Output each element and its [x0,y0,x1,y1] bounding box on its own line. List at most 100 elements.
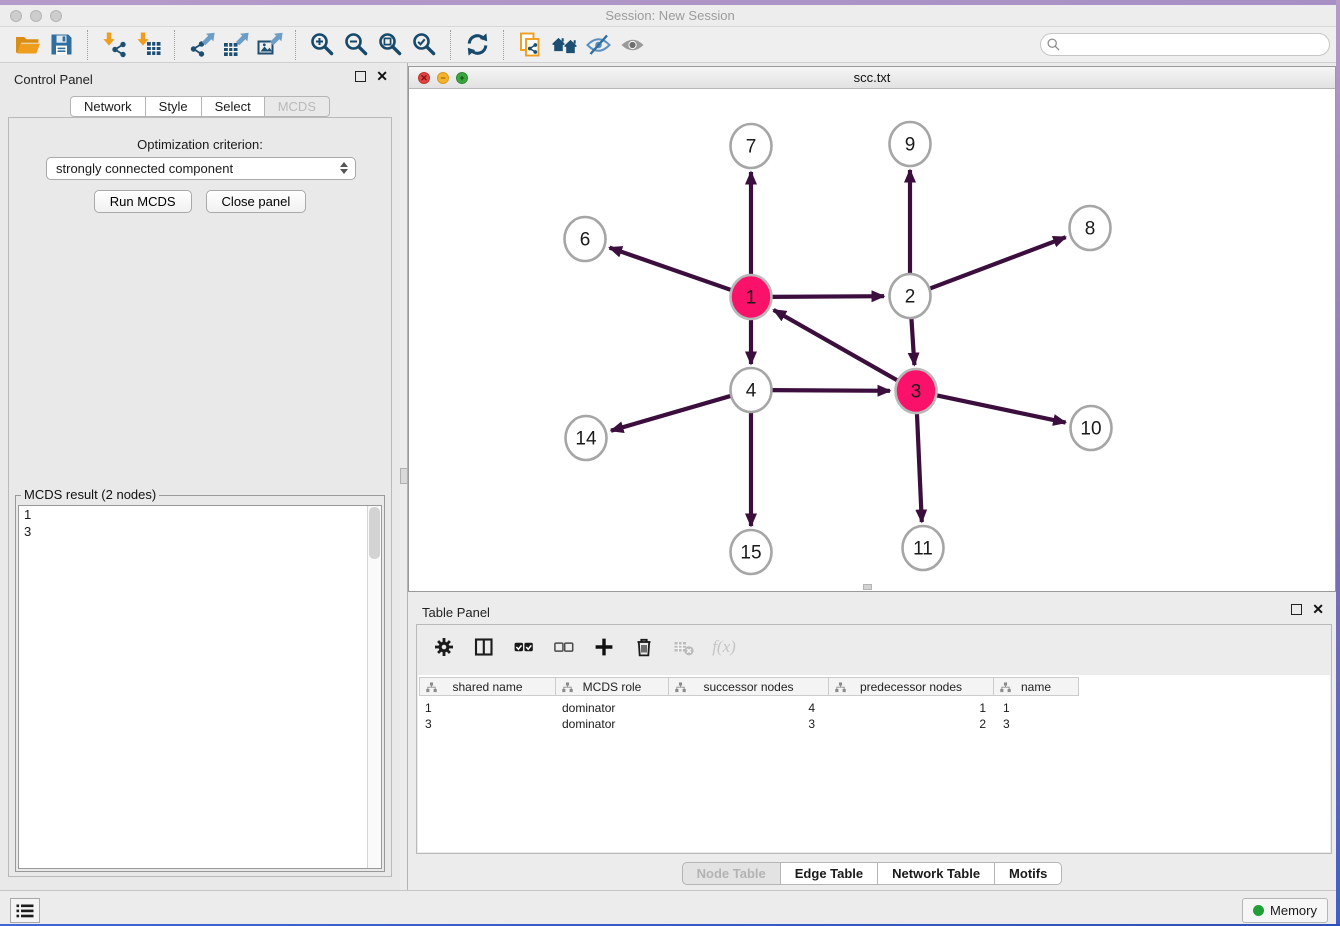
table-row[interactable]: 3dominator323 [419,716,1079,732]
node-11[interactable]: 11 [903,526,944,570]
zoom-out-icon[interactable] [339,30,373,60]
save-session-icon[interactable] [44,30,78,60]
table-float-icon[interactable] [1291,604,1302,615]
duplicate-network-icon[interactable] [513,30,547,60]
tab-style[interactable]: Style [146,96,202,117]
cell-mcds-role: dominator [556,700,669,716]
close-panel-icon[interactable]: ✕ [376,71,388,82]
table-panel: Table Panel ✕ f(x) shared nameMCDS roles… [408,596,1336,890]
node-15[interactable]: 15 [731,530,772,574]
mcds-result-text[interactable]: 13 [18,505,382,869]
toolbar-separator [503,30,504,60]
apply-layout-icon[interactable] [460,30,494,60]
table-close-icon[interactable]: ✕ [1312,604,1324,615]
column-header-successor-nodes[interactable]: successor nodes [669,677,829,696]
control-panel-tabs: NetworkStyleSelectMCDS [0,96,400,117]
task-history-button[interactable] [10,898,40,923]
edge-4-3[interactable] [770,390,890,391]
search-input[interactable] [1040,33,1330,56]
tab-mcds[interactable]: MCDS [265,96,330,117]
columns-icon[interactable] [471,634,497,660]
edge-3-10[interactable] [935,395,1066,423]
edge-1-2[interactable] [770,296,884,297]
result-scrollbar[interactable] [367,506,381,868]
node-1[interactable]: 1 [731,275,772,319]
tab-network-table[interactable]: Network Table [878,862,995,885]
criterion-select[interactable]: strongly connected component [46,157,356,180]
column-label: predecessor nodes [860,680,962,694]
node-label: 15 [740,543,761,564]
column-header-shared-name[interactable]: shared name [419,677,556,696]
edge-3-1[interactable] [774,310,900,382]
tab-edge-table[interactable]: Edge Table [781,862,878,885]
network-window: ✕ − + scc.txt 7968124314101511 [408,66,1336,592]
settings-icon[interactable] [431,634,457,660]
tab-node-table[interactable]: Node Table [682,862,781,885]
node-2[interactable]: 2 [890,274,931,318]
network-overview-icon[interactable] [547,30,581,60]
tab-motifs[interactable]: Motifs [995,862,1062,885]
import-table-icon[interactable] [131,30,165,60]
column-header-predecessor-nodes[interactable]: predecessor nodes [829,677,994,696]
edge-2-3[interactable] [911,315,914,365]
column-header-name[interactable]: name [994,677,1079,696]
node-label: 4 [746,381,757,402]
mcds-result-line: 1 [19,506,381,523]
cell-successor-nodes: 4 [669,700,829,716]
edge-1-6[interactable] [610,248,734,291]
mcds-result-title: MCDS result (2 nodes) [21,487,159,502]
edge-4-14[interactable] [611,395,733,430]
node-9[interactable]: 9 [890,122,931,166]
network-canvas[interactable]: 7 9 6 8 1 2 4 3 14 10 15 11 [409,89,1335,591]
node-table: shared nameMCDS rolesuccessor nodes prede… [418,675,1330,852]
node-4[interactable]: 4 [731,368,772,412]
delete-row-icon[interactable] [631,634,657,660]
network-title: scc.txt [409,70,1335,85]
close-panel-button[interactable]: Close panel [206,190,307,213]
float-panel-icon[interactable] [355,71,366,82]
table-row[interactable]: 1dominator411 [419,700,1079,716]
run-mcds-button[interactable]: Run MCDS [94,190,192,213]
node-3[interactable]: 3 [896,369,937,413]
table-panel-title: Table Panel [422,605,490,620]
zoom-fit-icon[interactable] [373,30,407,60]
node-7[interactable]: 7 [731,124,772,168]
node-label: 3 [911,382,922,403]
panel-splitter[interactable] [400,63,408,890]
open-session-icon[interactable] [10,30,44,60]
application-window: Session: New Session Control Panel ✕ Net… [0,0,1340,926]
zoom-in-icon[interactable] [305,30,339,60]
show-panels-icon[interactable] [615,30,649,60]
node-14[interactable]: 14 [566,416,607,460]
mcds-tab-content: Optimization criterion: strongly connect… [8,117,392,877]
table-toolbar: f(x) [417,625,1331,669]
select-all-icon[interactable] [511,634,537,660]
column-header-mcds-role[interactable]: MCDS role [556,677,669,696]
deselect-all-icon[interactable] [551,634,577,660]
hide-panels-icon[interactable] [581,30,615,60]
control-panel: Control Panel ✕ NetworkStyleSelectMCDS O… [0,63,400,890]
edge-3-11[interactable] [917,410,922,522]
node-10[interactable]: 10 [1071,406,1112,450]
cell-predecessor-nodes: 2 [829,716,994,732]
export-image-icon[interactable] [252,30,286,60]
memory-button[interactable]: Memory [1242,898,1328,923]
column-label: name [1021,680,1051,694]
zoom-selected-icon[interactable] [407,30,441,60]
add-row-icon[interactable] [591,634,617,660]
result-scrollbar-thumb[interactable] [369,507,380,559]
export-network-icon[interactable] [184,30,218,60]
mcds-result-group: MCDS result (2 nodes) 13 [15,495,385,872]
node-6[interactable]: 6 [565,217,606,261]
edge-2-8[interactable] [928,237,1066,289]
control-panel-header: Control Panel ✕ [0,63,400,95]
canvas-resize-handle[interactable] [863,584,872,590]
function-builder-icon: f(x) [711,634,737,660]
tab-network[interactable]: Network [70,96,146,117]
import-network-icon[interactable] [97,30,131,60]
tab-select[interactable]: Select [202,96,265,117]
splitter-grip[interactable] [400,468,408,484]
memory-status-icon [1253,905,1264,916]
export-table-icon[interactable] [218,30,252,60]
node-8[interactable]: 8 [1070,206,1111,250]
